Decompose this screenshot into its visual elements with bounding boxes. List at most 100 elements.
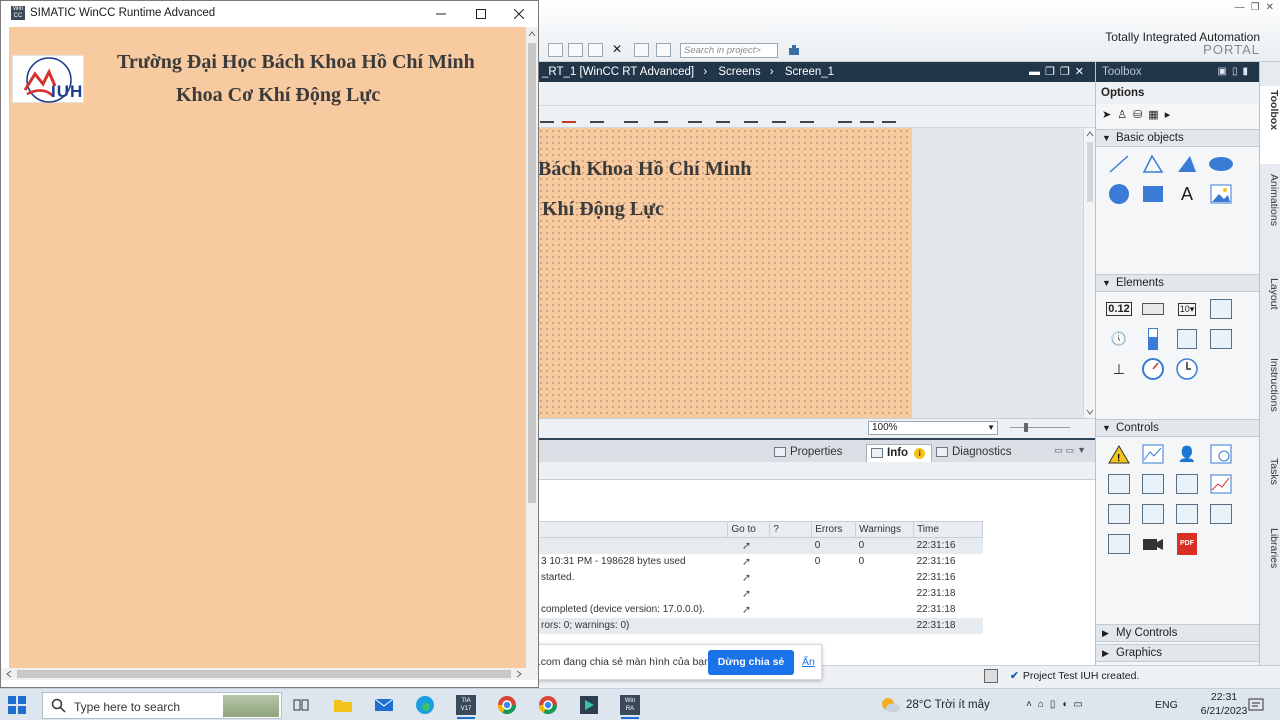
runtime-title-bar[interactable]: Win CC SIMATIC WinCC Runtime Advanced xyxy=(1,1,538,27)
polyline-tool-icon[interactable] xyxy=(1136,149,1170,179)
align-left-icon[interactable] xyxy=(688,110,702,123)
status-force-icon[interactable] xyxy=(1204,469,1238,499)
button-icon[interactable] xyxy=(1136,294,1170,324)
zoom-select[interactable]: 100% ▼ xyxy=(868,421,998,435)
vtab-layout[interactable]: Layout xyxy=(1260,274,1280,334)
scroll-left-icon[interactable] xyxy=(3,668,15,680)
toolbox-options-icons[interactable]: ➤♙⛁▦▸ xyxy=(1102,108,1176,121)
rectangle-tool-icon[interactable] xyxy=(1136,179,1170,209)
table-row[interactable]: 3 10:31 PM - 198628 bytes used ➚ 0 0 22:… xyxy=(538,554,983,570)
scroll-thumb[interactable] xyxy=(17,670,511,678)
column-header-errors[interactable]: Errors xyxy=(811,521,857,538)
line-width-icon[interactable] xyxy=(624,110,638,123)
vtab-animations[interactable]: Animations xyxy=(1260,170,1280,258)
canvas-vertical-scrollbar[interactable] xyxy=(1083,128,1095,418)
line-style-icon[interactable] xyxy=(654,110,668,123)
inspector-controls[interactable]: ▭▭▼ xyxy=(1054,445,1089,456)
f-xy-trend-icon[interactable] xyxy=(1170,469,1204,499)
same-size-icon[interactable] xyxy=(800,110,814,123)
system-diagnostics-icon[interactable] xyxy=(1136,499,1170,529)
runtime-vertical-scrollbar[interactable] xyxy=(526,27,538,668)
column-header-help[interactable]: ? xyxy=(769,521,813,538)
alarm-view-icon[interactable]: ! xyxy=(1102,439,1136,469)
align-right-icon[interactable] xyxy=(744,110,758,123)
line-tool-icon[interactable] xyxy=(1102,149,1136,179)
fill-color-icon[interactable] xyxy=(562,110,576,123)
task-view-icon[interactable] xyxy=(288,693,314,717)
toolbox-window-controls[interactable]: ▣▯▮ xyxy=(1218,62,1253,82)
tia-portal-app-icon[interactable]: TIA V17 xyxy=(453,693,479,719)
mail-icon[interactable] xyxy=(371,693,397,717)
goto-arrow-icon[interactable]: ➚ xyxy=(742,588,751,600)
system-clock[interactable]: 22:31 6/21/2023 xyxy=(1200,690,1248,718)
taskbar-search-input[interactable]: Type here to search xyxy=(42,692,282,719)
column-header-time[interactable]: Time xyxy=(913,521,983,538)
clock-icon[interactable] xyxy=(1170,354,1204,384)
section-controls[interactable]: ▼ Controls xyxy=(1096,419,1259,437)
chrome-icon-2[interactable] xyxy=(535,693,561,717)
zoom-slider[interactable] xyxy=(1010,427,1070,428)
wincc-runtime-app-icon[interactable]: Win RA xyxy=(617,693,643,719)
toolbar-icon-2[interactable] xyxy=(568,43,583,57)
sysdiag-list-icon[interactable] xyxy=(1102,529,1136,559)
bar-icon[interactable] xyxy=(1136,324,1170,354)
font-color-icon[interactable] xyxy=(540,110,554,123)
stop-sharing-button[interactable]: Dừng chia sẻ xyxy=(708,650,794,675)
symbol-library-icon[interactable] xyxy=(1204,324,1238,354)
distribute-icon[interactable] xyxy=(772,110,786,123)
close-icon[interactable]: ✕ xyxy=(1266,2,1274,13)
search-go-icon[interactable] xyxy=(787,43,801,57)
rotate-icon[interactable] xyxy=(838,110,852,123)
windows-start-icon[interactable] xyxy=(8,696,26,714)
restore-icon[interactable]: ❐ xyxy=(1251,2,1260,13)
breadcrumb-screen-1[interactable]: Screen_1 xyxy=(785,66,834,78)
edge-browser-icon[interactable] xyxy=(412,693,438,717)
gauge-icon[interactable] xyxy=(1136,354,1170,384)
html-browser-icon[interactable] xyxy=(1204,439,1238,469)
split-horizontal-icon[interactable] xyxy=(634,43,649,57)
io-field-icon[interactable]: 0.12 xyxy=(1102,294,1136,324)
weather-text[interactable]: 28°C Trời ít mây xyxy=(906,689,990,721)
section-elements[interactable]: ▼ Elements xyxy=(1096,274,1259,292)
polygon-tool-icon[interactable] xyxy=(1170,149,1204,179)
screen-canvas[interactable]: Bách Khoa Hồ Chí Minh Khí Động Lực xyxy=(538,128,912,418)
toolbar-icon-1[interactable] xyxy=(548,43,563,57)
breadcrumb-screens[interactable]: Screens xyxy=(718,66,760,78)
section-my-controls[interactable]: ▶ My Controls xyxy=(1096,624,1259,642)
runtime-horizontal-scrollbar[interactable] xyxy=(1,668,538,680)
table-row[interactable]: completed (device version: 17.0.0.0). ➚ … xyxy=(538,602,983,618)
vtab-tasks[interactable]: Tasks xyxy=(1260,454,1280,514)
split-vertical-icon[interactable] xyxy=(656,43,671,57)
layer-icon[interactable] xyxy=(860,110,874,123)
goto-arrow-icon[interactable]: ➚ xyxy=(742,572,751,584)
canvas-text-line-1[interactable]: Bách Khoa Hồ Chí Minh xyxy=(538,158,751,181)
scroll-thumb[interactable] xyxy=(528,43,536,503)
table-row[interactable]: ➚ 22:31:18 xyxy=(538,586,983,602)
graphic-io-field-icon[interactable] xyxy=(1204,294,1238,324)
tray-icons[interactable]: ˄⌂▯◖▭ xyxy=(1026,689,1089,721)
minimize-button[interactable] xyxy=(421,3,461,25)
minimize-icon[interactable]: — xyxy=(1235,2,1245,13)
slider-icon[interactable]: ⊥ xyxy=(1102,354,1136,384)
tia-window-controls[interactable]: — ❐ ✕ xyxy=(1235,2,1274,13)
trend-view-icon[interactable] xyxy=(1136,439,1170,469)
weather-icon[interactable] xyxy=(880,696,900,714)
date-time-field-icon[interactable]: 🕔 xyxy=(1102,324,1136,354)
zoom-tool-icon[interactable] xyxy=(882,110,896,123)
switch-icon[interactable] xyxy=(1170,324,1204,354)
chrome-icon-1[interactable] xyxy=(494,693,520,717)
section-basic-objects[interactable]: ▼ Basic objects xyxy=(1096,129,1259,147)
camera-view-icon[interactable] xyxy=(1136,529,1170,559)
ellipse-tool-icon[interactable] xyxy=(1204,149,1238,179)
plc-code-viewer-icon[interactable] xyxy=(1170,499,1204,529)
tab-properties[interactable]: Properties xyxy=(770,444,848,462)
toolbar-icon-3[interactable] xyxy=(588,43,603,57)
sm-control-icon[interactable] xyxy=(1136,469,1170,499)
vtab-instructions[interactable]: Instructions xyxy=(1260,354,1280,440)
notification-icon[interactable] xyxy=(1248,697,1264,713)
column-header-goto[interactable]: Go to xyxy=(727,521,771,538)
diagnostics-view-icon[interactable] xyxy=(1102,499,1136,529)
canvas-text-line-2[interactable]: Khí Động Lực xyxy=(542,198,664,221)
close-button[interactable] xyxy=(499,3,539,25)
media-player-icon[interactable] xyxy=(1204,499,1238,529)
